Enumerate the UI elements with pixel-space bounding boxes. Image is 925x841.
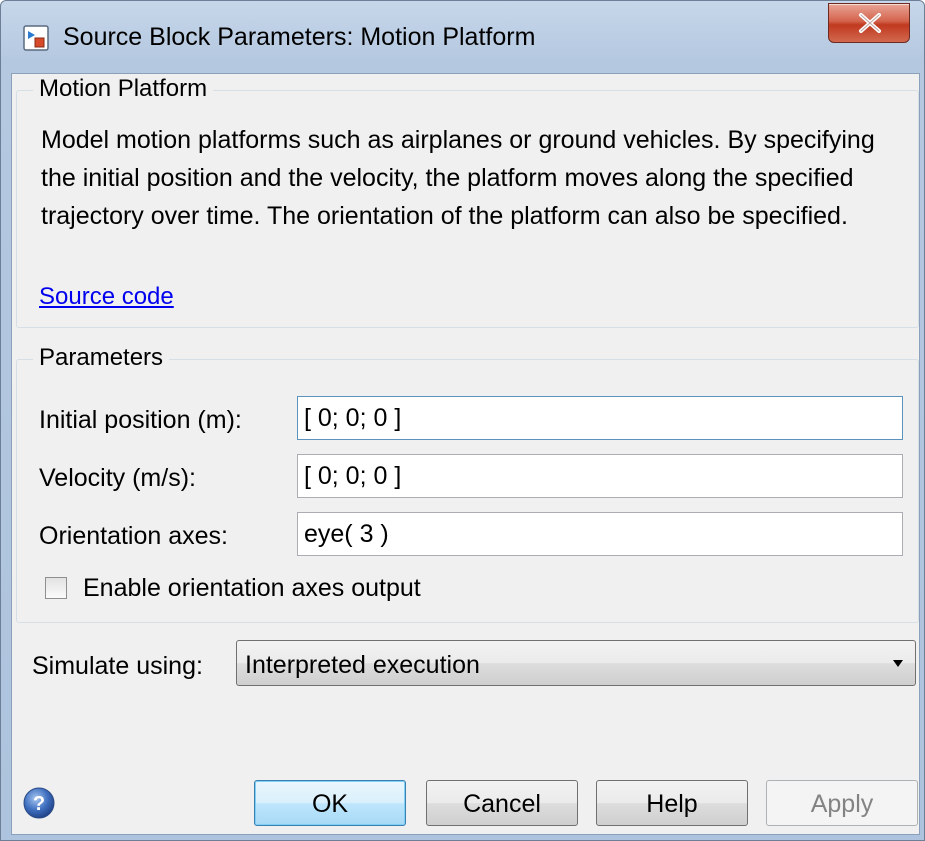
svg-text:?: ? — [33, 793, 45, 815]
close-button[interactable] — [828, 3, 910, 43]
parameters-group: Parameters Initial position (m): Velocit… — [16, 344, 919, 623]
ok-button[interactable]: OK — [254, 780, 406, 826]
apply-button[interactable]: Apply — [766, 780, 918, 826]
help-button[interactable]: Help — [596, 780, 748, 826]
source-code-link[interactable]: Source code — [39, 283, 174, 311]
block-description: Model motion platforms such as airplanes… — [41, 126, 875, 230]
dialog-body: Motion Platform Model motion platforms s… — [11, 73, 920, 835]
simulate-using-dropdown[interactable]: Interpreted execution — [236, 640, 916, 686]
close-icon — [859, 13, 881, 33]
orientation-axes-input[interactable] — [297, 512, 903, 556]
velocity-input[interactable] — [297, 454, 903, 498]
enable-orientation-output-label[interactable]: Enable orientation axes output — [83, 574, 421, 603]
title-bar[interactable]: Source Block Parameters: Motion Platform — [1, 1, 924, 73]
description-group: Motion Platform Model motion platforms s… — [16, 75, 919, 328]
simulate-using-label: Simulate using: — [32, 652, 203, 680]
orientation-axes-label: Orientation axes: — [39, 522, 228, 550]
chevron-down-icon — [893, 660, 903, 667]
dialog-window: Source Block Parameters: Motion Platform… — [0, 0, 925, 841]
simulate-using-value: Interpreted execution — [245, 651, 480, 679]
help-icon[interactable]: ? — [22, 786, 56, 820]
parameters-group-title: Parameters — [33, 344, 170, 372]
initial-position-input[interactable] — [297, 396, 903, 440]
simulink-block-icon — [23, 25, 49, 51]
velocity-label: Velocity (m/s): — [39, 464, 196, 492]
enable-orientation-output-checkbox[interactable] — [45, 577, 67, 599]
cancel-button[interactable]: Cancel — [426, 780, 578, 826]
description-group-title: Motion Platform — [33, 75, 214, 103]
window-title: Source Block Parameters: Motion Platform — [63, 23, 536, 51]
initial-position-label: Initial position (m): — [39, 406, 242, 434]
